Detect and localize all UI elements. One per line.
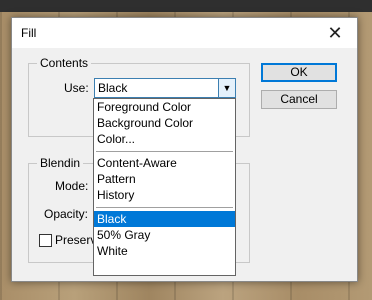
option-color[interactable]: Color... [94, 131, 235, 147]
preserve-transparency-label[interactable]: Preserv [55, 233, 96, 247]
dialog-titlebar: Fill ✕ [12, 18, 357, 48]
use-dropdown-list: Foreground Color Background Color Color.… [93, 98, 236, 276]
use-select[interactable]: Black ▼ [94, 78, 236, 98]
chevron-down-icon[interactable]: ▼ [218, 79, 235, 97]
option-background-color[interactable]: Background Color [94, 115, 235, 131]
close-icon[interactable]: ✕ [321, 21, 349, 45]
option-foreground-color[interactable]: Foreground Color [94, 99, 235, 115]
dialog-title: Fill [21, 26, 37, 40]
opacity-label: Opacity: [44, 207, 89, 221]
mode-label: Mode: [55, 179, 89, 193]
photoshop-menubar-strip [0, 0, 372, 12]
use-select-value: Black [98, 81, 128, 95]
use-label: Use: [64, 81, 89, 95]
option-history[interactable]: History [94, 187, 235, 203]
option-black[interactable]: Black [94, 211, 235, 227]
preserve-transparency-checkbox[interactable] [39, 234, 52, 247]
option-white[interactable]: White [94, 243, 235, 259]
cancel-button[interactable]: Cancel [261, 90, 337, 109]
dropdown-separator [94, 203, 235, 211]
contents-legend: Contents [37, 56, 92, 70]
option-content-aware[interactable]: Content-Aware [94, 155, 235, 171]
dropdown-separator [94, 147, 235, 155]
blending-legend: Blendin [37, 156, 84, 170]
option-pattern[interactable]: Pattern [94, 171, 235, 187]
ok-button[interactable]: OK [261, 63, 337, 82]
option-50-gray[interactable]: 50% Gray [94, 227, 235, 243]
